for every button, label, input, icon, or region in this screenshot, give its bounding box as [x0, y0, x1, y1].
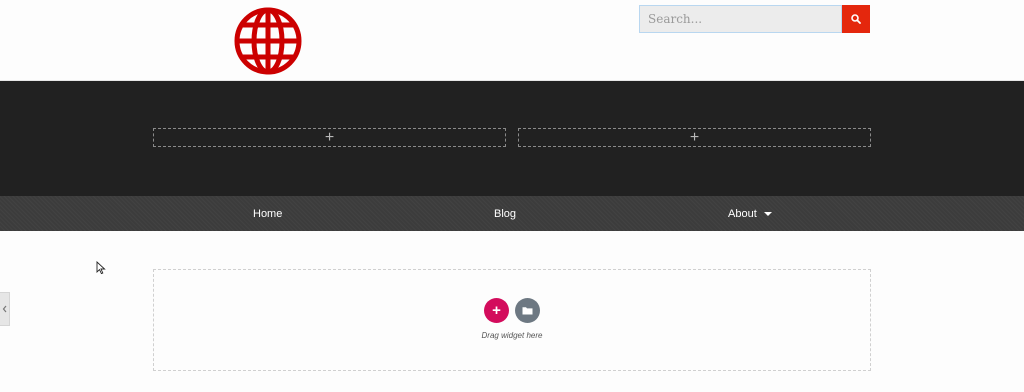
page: + + Home Blog About + — [0, 0, 1024, 392]
search-button[interactable] — [842, 5, 870, 33]
side-panel-toggle[interactable] — [0, 292, 10, 326]
chevron-down-icon — [763, 211, 772, 216]
chevron-left-icon — [2, 305, 6, 313]
add-section-button[interactable]: + — [484, 298, 509, 323]
widget-drop-zone[interactable]: + Drag widget here — [153, 269, 871, 371]
nav-item-label: Home — [253, 207, 283, 220]
search-input[interactable] — [639, 5, 842, 33]
folder-icon — [522, 307, 533, 315]
add-template-button[interactable] — [515, 298, 540, 323]
nav-item-label: About — [728, 207, 757, 220]
nav-item-label: Blog — [494, 207, 517, 220]
plus-icon: + — [492, 302, 501, 319]
main-navigation: Home Blog About — [0, 196, 1024, 231]
header-widget-area: + + — [0, 81, 1024, 196]
search-icon — [851, 14, 861, 24]
globe-icon[interactable] — [233, 6, 303, 76]
empty-column-right[interactable]: + — [518, 128, 871, 147]
search-form — [639, 5, 870, 33]
drag-widget-hint: Drag widget here — [481, 331, 543, 340]
mouse-cursor-icon — [96, 261, 106, 275]
plus-icon[interactable]: + — [325, 129, 334, 146]
empty-column-left[interactable]: + — [153, 128, 506, 147]
site-header — [0, 0, 1024, 81]
plus-icon[interactable]: + — [690, 129, 699, 146]
nav-item-about[interactable]: About — [728, 196, 772, 231]
nav-item-blog[interactable]: Blog — [494, 196, 516, 231]
nav-item-home[interactable]: Home — [253, 196, 282, 231]
